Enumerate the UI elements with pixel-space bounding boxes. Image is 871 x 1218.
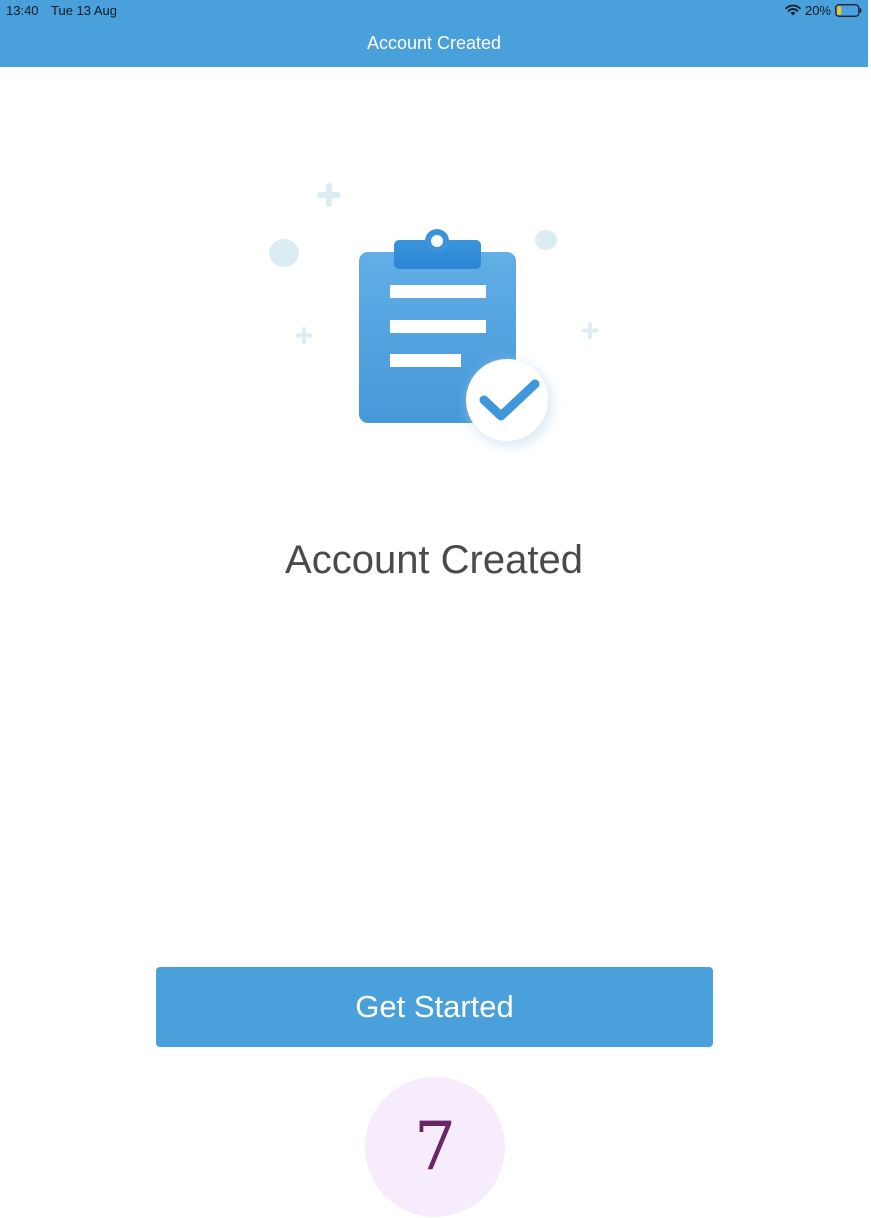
wifi-icon (785, 4, 801, 16)
decor-dot-icon (269, 239, 299, 267)
battery-percent: 20% (804, 2, 831, 18)
step-number: 7 (414, 1108, 456, 1185)
page-title: Account Created (285, 538, 583, 582)
step-number-badge: 7 (365, 1077, 505, 1217)
get-started-button[interactable]: Get Started (156, 967, 713, 1047)
top-bar: 13:40 Tue 13 Aug 20% Account Created (0, 0, 868, 67)
clipboard-check-icon (269, 183, 599, 446)
battery-icon (835, 3, 862, 17)
status-indicators: 20% (785, 2, 862, 18)
status-date: Tue 13 Aug (51, 3, 118, 18)
decor-dot-icon (535, 230, 557, 250)
nav-title: Account Created (366, 33, 502, 53)
status-time: 13:40 (6, 3, 39, 18)
account-created-illustration (260, 170, 620, 470)
